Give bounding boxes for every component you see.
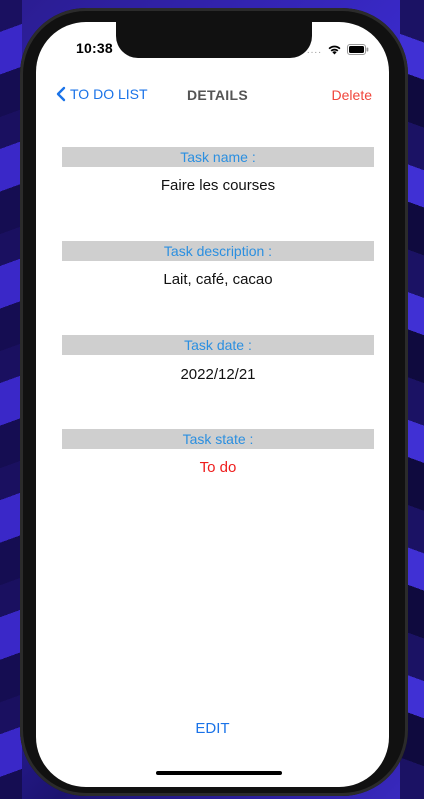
desktop-background: 10:38 .... TO DO LIST DETAILS Delete Tas…	[0, 0, 424, 799]
task-state-value: To do	[199, 459, 237, 476]
phone-screen: 10:38 .... TO DO LIST DETAILS Delete Tas…	[36, 22, 389, 787]
chevron-left-icon	[56, 86, 66, 102]
delete-button[interactable]: Delete	[332, 87, 372, 103]
back-button[interactable]: TO DO LIST	[56, 86, 148, 102]
navigation-bar: TO DO LIST DETAILS Delete	[36, 84, 389, 108]
task-date-value: 2022/12/21	[180, 366, 256, 383]
wallpaper-left	[0, 0, 22, 799]
notch	[116, 22, 312, 58]
task-name-header: Task name :	[62, 147, 374, 167]
battery-icon	[347, 42, 369, 60]
signal-dots: ....	[306, 45, 322, 56]
wifi-icon	[327, 42, 342, 60]
task-description-value: Lait, café, cacao	[163, 271, 273, 288]
edit-button[interactable]: EDIT	[36, 720, 389, 737]
task-state-header: Task state :	[62, 429, 374, 449]
task-description-header: Task description :	[62, 241, 374, 261]
task-name-value: Faire les courses	[160, 177, 276, 194]
task-date-header: Task date :	[62, 335, 374, 355]
back-button-label: TO DO LIST	[70, 86, 148, 102]
status-icons: ....	[307, 42, 369, 60]
home-indicator[interactable]	[156, 771, 282, 775]
status-time: 10:38	[76, 40, 113, 56]
page-title: DETAILS	[187, 87, 248, 103]
